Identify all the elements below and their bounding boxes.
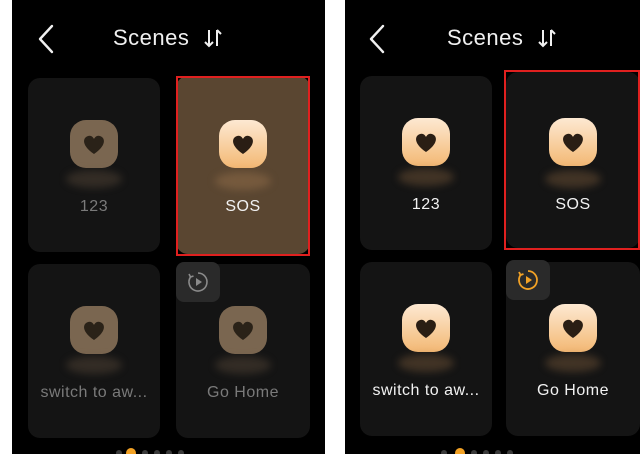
page-dot[interactable] xyxy=(154,450,160,454)
page-dot-active[interactable] xyxy=(126,448,136,454)
scene-tile-123[interactable]: 123 xyxy=(28,78,160,252)
page-dot[interactable] xyxy=(507,450,513,454)
scene-label: Go Home xyxy=(537,382,609,399)
heart-icon xyxy=(549,118,597,166)
page-dot[interactable] xyxy=(178,450,184,454)
scene-label: SOS xyxy=(555,196,591,213)
icon-reflection xyxy=(66,356,122,374)
page-dot[interactable] xyxy=(116,450,122,454)
heart-icon xyxy=(70,306,118,354)
header: Scenes xyxy=(12,0,325,78)
page-dot-active[interactable] xyxy=(455,448,465,454)
scene-label: switch to aw... xyxy=(372,382,480,399)
page-dot[interactable] xyxy=(483,450,489,454)
page-dot[interactable] xyxy=(495,450,501,454)
page-dot[interactable] xyxy=(142,450,148,454)
play-circle-icon xyxy=(518,270,538,290)
icon-reflection xyxy=(545,354,601,372)
heart-icon xyxy=(402,304,450,352)
page-dot[interactable] xyxy=(166,450,172,454)
heart-icon xyxy=(402,118,450,166)
page-dot[interactable] xyxy=(441,450,447,454)
scene-tile-123[interactable]: 123 xyxy=(360,76,492,250)
scene-label: switch to aw... xyxy=(40,384,148,401)
icon-reflection xyxy=(398,168,454,186)
header: Scenes xyxy=(345,0,640,78)
icon-reflection xyxy=(215,172,271,190)
icon-reflection xyxy=(215,356,271,374)
scene-tile-sos[interactable]: SOS xyxy=(506,72,640,248)
scene-tile-switch-to-away[interactable]: switch to aw... xyxy=(28,264,160,438)
scenes-screen-after: Scenes 123 SOS switch to aw... Go Home xyxy=(345,0,640,454)
page-title-row: Scenes xyxy=(345,24,640,51)
scene-label: 123 xyxy=(79,198,109,215)
pagination-dots xyxy=(345,444,640,454)
icon-reflection xyxy=(545,170,601,188)
heart-icon xyxy=(219,120,267,168)
page-dot[interactable] xyxy=(471,450,477,454)
page-title: Scenes xyxy=(112,25,190,51)
page-title-row: Scenes xyxy=(12,24,325,51)
icon-reflection xyxy=(66,170,122,188)
heart-icon xyxy=(70,120,118,168)
heart-icon xyxy=(219,306,267,354)
heart-icon xyxy=(549,304,597,352)
scene-tile-sos[interactable]: SOS xyxy=(176,76,310,254)
play-circle-icon xyxy=(188,272,208,292)
sort-arrows-icon[interactable] xyxy=(202,27,224,49)
sort-arrows-icon[interactable] xyxy=(536,27,558,49)
scenes-screen-before: Scenes 123 SOS switch to aw... Go Home xyxy=(12,0,325,454)
pagination-dots xyxy=(12,444,325,454)
play-badge[interactable] xyxy=(506,260,550,300)
scene-label: Go Home xyxy=(207,384,279,401)
icon-reflection xyxy=(398,354,454,372)
scene-tile-switch-to-away[interactable]: switch to aw... xyxy=(360,262,492,436)
play-badge[interactable] xyxy=(176,262,220,302)
scene-label: SOS xyxy=(225,198,261,215)
page-title: Scenes xyxy=(446,25,524,51)
scene-label: 123 xyxy=(411,196,441,213)
